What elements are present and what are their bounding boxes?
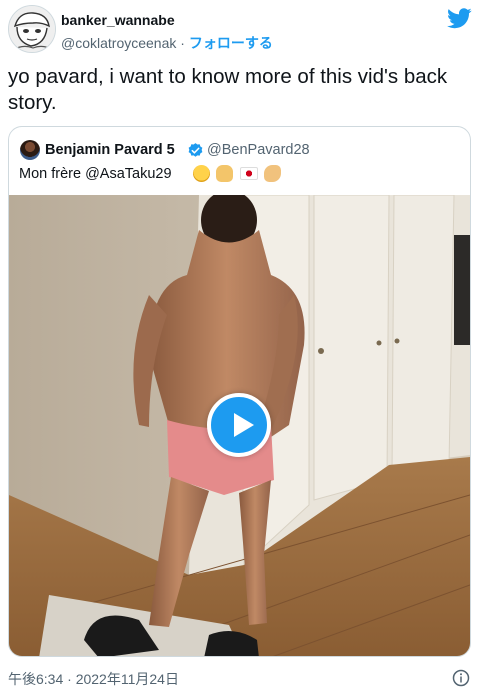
laughing-emoji-icon [193,165,210,183]
quoted-tweet-card[interactable]: Benjamin Pavard 5 @BenPavard28 Mon frère… [8,126,471,657]
twitter-bird-icon[interactable] [447,8,472,29]
author-handle[interactable]: @coklatroyceenak [61,35,176,51]
flexed-biceps-emoji-icon [264,165,282,183]
play-icon [234,413,254,437]
quoted-author-name[interactable]: Benjamin Pavard 5 [45,142,175,158]
meta-separator: · [180,35,185,51]
follow-button[interactable]: フォローする [189,35,273,51]
emoji-row [193,165,283,183]
tweet-text: yo pavard, i want to know more of this v… [8,65,448,114]
info-icon[interactable] [452,669,470,687]
video-player[interactable] [9,195,470,656]
play-button[interactable] [207,393,271,457]
cartoon-avatar-icon [9,6,55,52]
author-meta: @coklatroyceenak · フォローする [61,33,273,53]
author-display-name[interactable]: banker_wannabe [61,12,175,28]
verified-badge-icon [188,143,203,157]
quoted-author-handle[interactable]: @BenPavard28 [207,142,310,158]
author-avatar[interactable] [8,5,56,53]
tweet-timestamp[interactable]: 午後6:34 · 2022年11月24日 [8,669,179,689]
clapping-emoji-icon [216,165,234,183]
quoted-author-avatar[interactable] [20,140,40,160]
quoted-tweet-text: Mon frère @AsaTaku29 [19,166,172,182]
japan-flag-emoji-icon [239,167,258,181]
